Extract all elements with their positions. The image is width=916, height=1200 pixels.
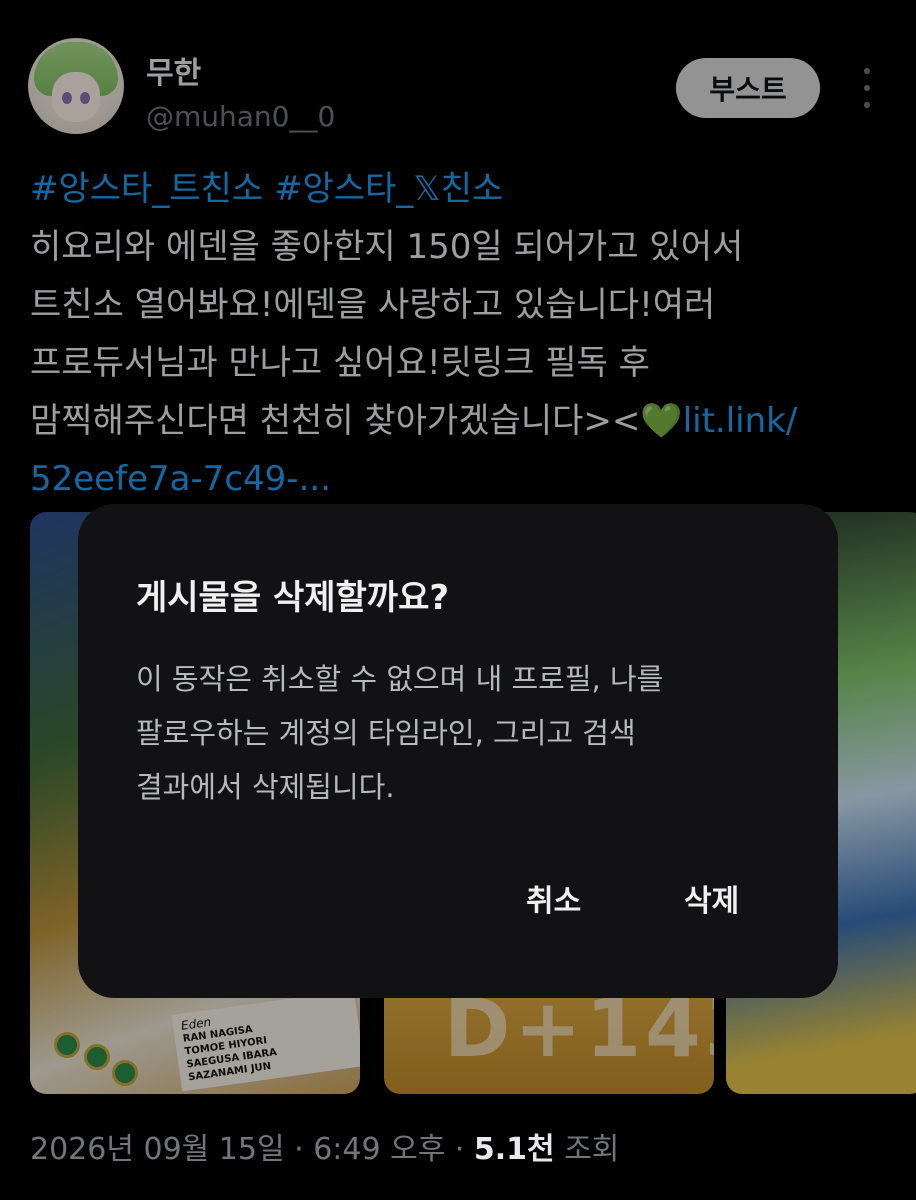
dialog-body-line: 팔로우하는 계정의 타임라인, 그리고 검색 xyxy=(136,716,636,750)
tweet-meta: 2026년 09월 15일 · 6:49 오후 · 5.1천 조회 xyxy=(30,1124,619,1168)
separator: · xyxy=(284,1132,314,1167)
dialog-title: 게시물을 삭제할까요? xyxy=(136,578,450,618)
dialog-body: 이 동작은 취소할 수 없으며 내 프로필, 나를 팔로우하는 계정의 타임라인… xyxy=(136,652,786,814)
post-date[interactable]: 2026년 09월 15일 xyxy=(30,1132,285,1167)
confirm-delete-button[interactable]: 삭제 xyxy=(684,876,739,920)
dialog-body-line: 결과에서 삭제됩니다. xyxy=(136,770,395,804)
view-count: 5.1천 xyxy=(473,1132,555,1167)
dialog-body-line: 이 동작은 취소할 수 없으며 내 프로필, 나를 xyxy=(136,662,664,696)
view-label: 조회 xyxy=(554,1132,620,1167)
separator: · xyxy=(445,1132,474,1167)
post-time[interactable]: 6:49 오후 xyxy=(313,1132,445,1167)
delete-post-dialog: 게시물을 삭제할까요? 이 동작은 취소할 수 없으며 내 프로필, 나를 팔로… xyxy=(78,504,838,998)
cancel-button[interactable]: 취소 xyxy=(526,876,581,920)
